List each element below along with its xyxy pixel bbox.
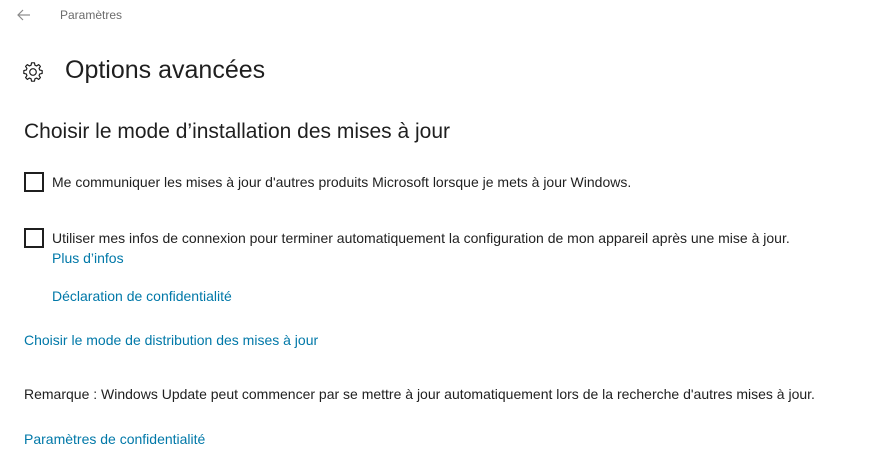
gear-icon — [22, 61, 44, 83]
more-info-link[interactable]: Plus d’infos — [52, 250, 124, 266]
back-arrow-icon — [17, 9, 30, 21]
checkbox-sign-in-info[interactable] — [24, 228, 44, 248]
privacy-statement-link[interactable]: Déclaration de confidentialité — [52, 288, 232, 304]
section-title: Choisir le mode d’installation des mises… — [24, 120, 451, 143]
back-button[interactable] — [14, 5, 34, 25]
note-text: Remarque : Windows Update peut commencer… — [24, 386, 815, 402]
checkbox-other-products[interactable] — [24, 172, 44, 192]
page-title: Options avancées — [65, 56, 266, 84]
title-bar: Paramètres — [0, 0, 885, 30]
delivery-mode-link[interactable]: Choisir le mode de distribution des mise… — [24, 332, 318, 348]
option-label: Me communiquer les mises à jour d'autres… — [52, 174, 632, 190]
privacy-settings-link[interactable]: Paramètres de confidentialité — [24, 431, 205, 447]
app-title: Paramètres — [60, 8, 123, 22]
option-label: Utiliser mes infos de connexion pour ter… — [52, 230, 790, 246]
